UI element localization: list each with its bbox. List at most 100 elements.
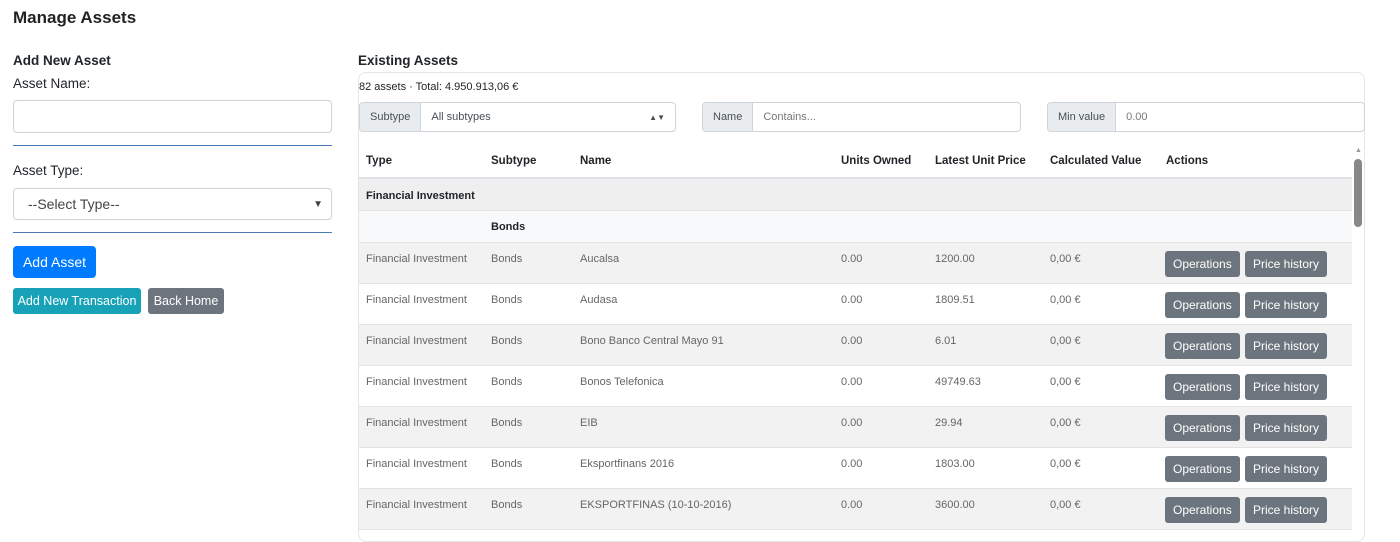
cell-units: 0.00 xyxy=(841,458,863,470)
subtype-filter-value: All subtypes xyxy=(431,111,491,123)
cell-subtype: Bonds xyxy=(491,499,523,511)
cell-name: EIB xyxy=(580,417,598,429)
cell-value: 0,00 € xyxy=(1050,499,1081,511)
price-history-button[interactable]: Price history xyxy=(1245,497,1328,523)
name-filter[interactable]: Name Contains... xyxy=(702,102,1021,132)
price-history-button[interactable]: Price history xyxy=(1245,456,1328,482)
cell-subtype: Bonds xyxy=(491,458,523,470)
table-row: Financial Investment Bonds Bono Banco Cent… xyxy=(359,325,1352,366)
cell-price: 3600.00 xyxy=(935,499,975,511)
column-header: Name xyxy=(580,155,612,167)
cell-subtype: Bonds xyxy=(491,294,523,306)
add-asset-heading: Add New Asset xyxy=(13,53,111,68)
operations-button[interactable]: Operations xyxy=(1165,292,1240,318)
name-filter-input[interactable]: Contains... xyxy=(753,103,1020,131)
cell-name: Bonos Telefonica xyxy=(580,376,664,388)
cell-subtype: Bonds xyxy=(491,335,523,347)
column-header: Actions xyxy=(1166,155,1209,167)
operations-button[interactable]: Operations xyxy=(1165,333,1240,359)
scrollbar-thumb[interactable] xyxy=(1354,159,1362,227)
table-row: Financial Investment Bonds Audasa 0.00 1809.… xyxy=(359,284,1352,325)
divider xyxy=(13,232,332,233)
page-title: Manage Assets xyxy=(13,8,137,27)
cell-units: 0.00 xyxy=(841,335,863,347)
existing-assets-heading: Existing Assets xyxy=(358,53,459,68)
table-row: Financial Investment Bonds Aucalsa 0.00 1200… xyxy=(359,243,1352,284)
add-asset-button[interactable]: Add Asset xyxy=(13,246,96,278)
price-history-button[interactable]: Price history xyxy=(1245,292,1328,318)
price-history-button[interactable]: Price history xyxy=(1245,415,1328,441)
cell-units: 0.00 xyxy=(841,417,863,429)
cell-subtype: Bonds xyxy=(491,417,523,429)
cell-name: Bono Banco Central Mayo 91 xyxy=(580,335,724,347)
operations-button[interactable]: Operations xyxy=(1165,497,1240,523)
subgroup-label: Bonds xyxy=(491,221,526,233)
price-history-button[interactable]: Price history xyxy=(1245,374,1328,400)
price-history-button[interactable]: Price history xyxy=(1245,251,1328,277)
table-row: Financial Investment Bonds Bonos Telefonic… xyxy=(359,366,1352,407)
cell-units: 0.00 xyxy=(841,253,863,265)
operations-button[interactable]: Operations xyxy=(1165,456,1240,482)
cell-units: 0.00 xyxy=(841,294,863,306)
cell-value: 0,00 € xyxy=(1050,376,1081,388)
subtype-filter-label: Subtype xyxy=(360,103,422,131)
cell-price: 6.01 xyxy=(935,335,957,347)
table-row: Financial Investment Bonds EIB 0.00 29.94 0,0… xyxy=(359,407,1352,448)
operations-button[interactable]: Operations xyxy=(1165,415,1240,441)
back-home-button[interactable]: Back Home xyxy=(148,288,224,314)
operations-button[interactable]: Operations xyxy=(1165,251,1240,277)
cell-name: EKSPORTFINAS (10-10-2016) xyxy=(580,499,732,511)
cell-name: Audasa xyxy=(580,294,618,306)
cell-name: Eksportfinans 2016 xyxy=(580,458,675,470)
cell-price: 1809.51 xyxy=(935,294,975,306)
cell-units: 0.00 xyxy=(841,499,863,511)
sort-arrows-icon: ▲▼ xyxy=(649,112,665,122)
assets-summary: 82 assets · Total: 4.950.913,06 € xyxy=(359,81,519,93)
assets-table: Type Subtype Name Units Owned Latest Uni… xyxy=(359,145,1352,530)
column-header: Calculated Value xyxy=(1050,155,1142,167)
cell-type: Financial Investment xyxy=(366,458,467,470)
cell-type: Financial Investment xyxy=(366,253,467,265)
add-transaction-button[interactable]: Add New Transaction xyxy=(13,288,141,314)
cell-price: 1803.00 xyxy=(935,458,975,470)
cell-subtype: Bonds xyxy=(491,376,523,388)
cell-type: Financial Investment xyxy=(366,335,467,347)
subgroup-row: Bonds xyxy=(359,211,1352,243)
cell-subtype: Bonds xyxy=(491,253,523,265)
chevron-down-icon: ▼ xyxy=(313,198,323,210)
cell-price: 49749.63 xyxy=(935,376,981,388)
cell-value: 0,00 € xyxy=(1050,253,1081,265)
cell-price: 1200.00 xyxy=(935,253,975,265)
price-history-button[interactable]: Price history xyxy=(1245,333,1328,359)
asset-name-label: Asset Name: xyxy=(13,76,91,91)
cell-type: Financial Investment xyxy=(366,294,467,306)
column-header: Type xyxy=(366,155,392,167)
min-value-input[interactable]: 0.00 xyxy=(1116,103,1364,131)
cell-value: 0,00 € xyxy=(1050,458,1081,470)
asset-type-select[interactable]: --Select Type-- ▼ xyxy=(13,188,332,220)
table-header: Type Subtype Name Units Owned Latest Uni… xyxy=(359,145,1352,179)
column-header: Units Owned xyxy=(841,155,912,167)
cell-price: 29.94 xyxy=(935,417,963,429)
group-row: Financial Investment xyxy=(359,179,1352,211)
operations-button[interactable]: Operations xyxy=(1165,374,1240,400)
subtype-filter[interactable]: Subtype All subtypes ▲▼ xyxy=(359,102,676,132)
min-value-filter-label: Min value xyxy=(1048,103,1117,131)
cell-value: 0,00 € xyxy=(1050,417,1081,429)
cell-type: Financial Investment xyxy=(366,499,467,511)
cell-units: 0.00 xyxy=(841,376,863,388)
table-row: Financial Investment Bonds EKSPORTFINAS (1… xyxy=(359,489,1352,530)
cell-type: Financial Investment xyxy=(366,376,467,388)
asset-type-label: Asset Type: xyxy=(13,163,84,178)
cell-value: 0,00 € xyxy=(1050,335,1081,347)
scrollbar[interactable]: ▲ xyxy=(1353,147,1363,537)
min-value-filter[interactable]: Min value 0.00 xyxy=(1047,102,1365,132)
column-header: Subtype xyxy=(491,155,537,167)
table-row: Financial Investment Bonds Eksportfinans 2… xyxy=(359,448,1352,489)
scroll-up-icon[interactable]: ▲ xyxy=(1355,147,1362,154)
cell-type: Financial Investment xyxy=(366,417,467,429)
asset-name-input[interactable] xyxy=(13,100,332,133)
cell-name: Aucalsa xyxy=(580,253,620,265)
name-filter-label: Name xyxy=(703,103,754,131)
cell-value: 0,00 € xyxy=(1050,294,1081,306)
